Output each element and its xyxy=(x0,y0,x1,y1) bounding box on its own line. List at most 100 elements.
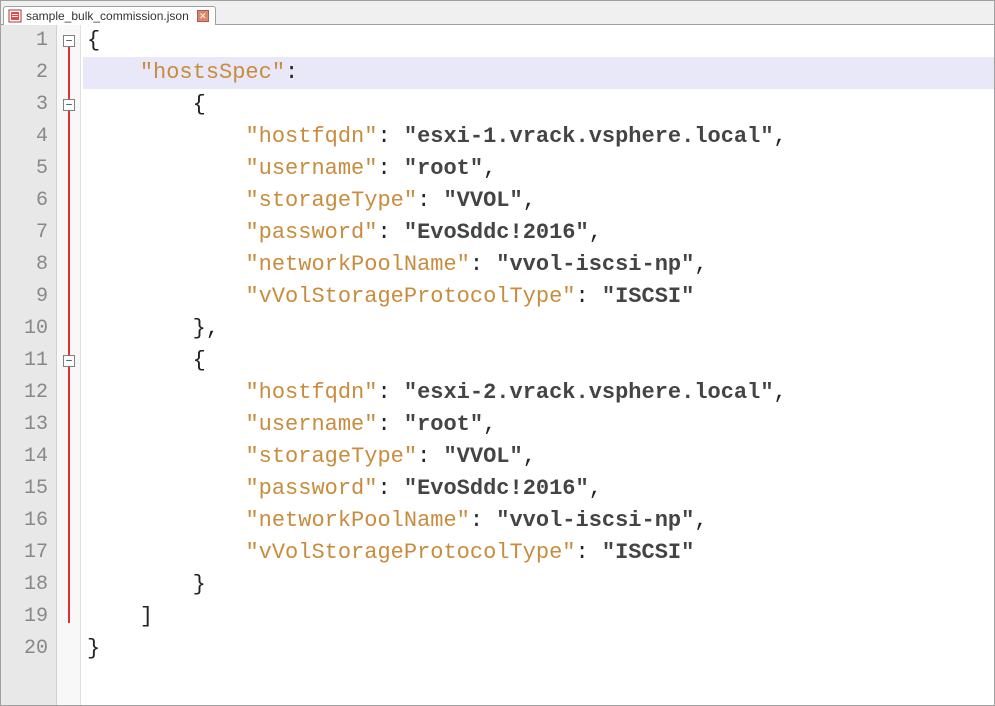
code-line[interactable]: "networkPoolName": "vvol-iscsi-np", xyxy=(83,505,994,537)
json-key: "vVolStorageProtocolType" xyxy=(245,284,575,309)
whitespace xyxy=(87,476,245,501)
code-line[interactable]: "password": "EvoSddc!2016", xyxy=(83,217,994,249)
json-key: "storageType" xyxy=(245,444,417,469)
whitespace xyxy=(87,316,193,341)
code-line[interactable]: "storageType": "VVOL", xyxy=(83,185,994,217)
line-number: 20 xyxy=(1,633,48,665)
line-number: 12 xyxy=(1,377,48,409)
code-line[interactable]: { xyxy=(83,345,994,377)
json-key: "username" xyxy=(245,156,377,181)
json-key: "networkPoolName" xyxy=(245,508,469,533)
json-punct: : xyxy=(377,476,403,501)
code-line[interactable]: "username": "root", xyxy=(83,409,994,441)
fold-toggle[interactable]: − xyxy=(63,35,75,47)
fold-column[interactable]: − − − xyxy=(57,25,81,705)
whitespace xyxy=(87,380,245,405)
code-line[interactable]: "vVolStorageProtocolType": "ISCSI" xyxy=(83,537,994,569)
file-tab[interactable]: sample_bulk_commission.json ✕ xyxy=(3,6,216,25)
json-punct: : xyxy=(377,380,403,405)
json-punct: , xyxy=(774,380,787,405)
code-line[interactable]: "password": "EvoSddc!2016", xyxy=(83,473,994,505)
json-punct: , xyxy=(523,188,536,213)
code-line[interactable]: "hostfqdn": "esxi-2.vrack.vsphere.local"… xyxy=(83,377,994,409)
line-number: 19 xyxy=(1,601,48,633)
json-punct: } xyxy=(87,636,100,661)
code-editor[interactable]: 1234567891011121314151617181920 −−− { "h… xyxy=(1,25,994,705)
whitespace xyxy=(87,604,140,629)
line-number: 2 xyxy=(1,57,48,89)
json-punct: : xyxy=(285,60,298,85)
json-punct: , xyxy=(483,156,496,181)
json-punct: }, xyxy=(193,316,219,341)
editor-window: sample_bulk_commission.json ✕ 1234567891… xyxy=(0,0,995,706)
json-punct: : xyxy=(417,444,443,469)
code-line[interactable]: } xyxy=(83,569,994,601)
code-line[interactable]: ] xyxy=(83,601,994,633)
code-line[interactable]: "vVolStorageProtocolType": "ISCSI" xyxy=(83,281,994,313)
line-number: 7 xyxy=(1,217,48,249)
json-string: "EvoSddc!2016" xyxy=(404,220,589,245)
json-punct: : xyxy=(576,284,602,309)
json-punct: , xyxy=(589,220,602,245)
json-punct: : xyxy=(470,508,496,533)
json-punct: , xyxy=(694,508,707,533)
json-string: "ISCSI" xyxy=(602,540,694,565)
json-string: "vvol-iscsi-np" xyxy=(496,252,694,277)
line-number: 1 xyxy=(1,25,48,57)
code-line[interactable]: "username": "root", xyxy=(83,153,994,185)
code-area[interactable]: { "hostsSpec": { "hostfqdn": "esxi-1.vra… xyxy=(81,25,994,705)
code-line[interactable]: } xyxy=(83,633,994,665)
json-string: "esxi-1.vrack.vsphere.local" xyxy=(404,124,774,149)
json-punct: : xyxy=(470,252,496,277)
code-line[interactable]: { xyxy=(83,89,994,121)
json-punct: { xyxy=(87,28,100,53)
json-punct: : xyxy=(377,220,403,245)
line-number: 11 xyxy=(1,345,48,377)
code-line[interactable]: { xyxy=(83,25,994,57)
whitespace xyxy=(87,444,245,469)
json-key: "password" xyxy=(245,220,377,245)
json-punct: : xyxy=(576,540,602,565)
code-line[interactable]: "storageType": "VVOL", xyxy=(83,441,994,473)
json-punct: { xyxy=(193,92,206,117)
json-punct: : xyxy=(377,412,403,437)
whitespace xyxy=(87,252,245,277)
line-number: 13 xyxy=(1,409,48,441)
fold-toggle[interactable]: − xyxy=(63,99,75,111)
line-number: 14 xyxy=(1,441,48,473)
code-line[interactable]: "networkPoolName": "vvol-iscsi-np", xyxy=(83,249,994,281)
json-string: "EvoSddc!2016" xyxy=(404,476,589,501)
line-number-gutter: 1234567891011121314151617181920 xyxy=(1,25,57,705)
whitespace xyxy=(87,508,245,533)
json-string: "vvol-iscsi-np" xyxy=(496,508,694,533)
json-key: "networkPoolName" xyxy=(245,252,469,277)
whitespace xyxy=(87,220,245,245)
json-punct: , xyxy=(774,124,787,149)
close-icon[interactable]: ✕ xyxy=(197,10,209,22)
line-number: 10 xyxy=(1,313,48,345)
tab-filename-label: sample_bulk_commission.json xyxy=(26,9,189,23)
json-punct: } xyxy=(193,572,206,597)
json-punct: , xyxy=(694,252,707,277)
line-number: 5 xyxy=(1,153,48,185)
whitespace xyxy=(87,60,140,85)
line-number: 16 xyxy=(1,505,48,537)
file-icon xyxy=(8,9,22,23)
json-punct: , xyxy=(523,444,536,469)
json-string: "VVOL" xyxy=(443,188,522,213)
json-punct: ] xyxy=(140,604,153,629)
code-line[interactable]: "hostfqdn": "esxi-1.vrack.vsphere.local"… xyxy=(83,121,994,153)
line-number: 6 xyxy=(1,185,48,217)
whitespace xyxy=(87,188,245,213)
line-number: 18 xyxy=(1,569,48,601)
code-line[interactable]: }, xyxy=(83,313,994,345)
json-punct: , xyxy=(483,412,496,437)
json-key: "hostsSpec" xyxy=(140,60,285,85)
line-number: 9 xyxy=(1,281,48,313)
json-key: "password" xyxy=(245,476,377,501)
line-number: 3 xyxy=(1,89,48,121)
json-key: "vVolStorageProtocolType" xyxy=(245,540,575,565)
fold-toggle[interactable]: − xyxy=(63,355,75,367)
json-punct: : xyxy=(377,124,403,149)
code-line[interactable]: "hostsSpec": xyxy=(83,57,994,89)
